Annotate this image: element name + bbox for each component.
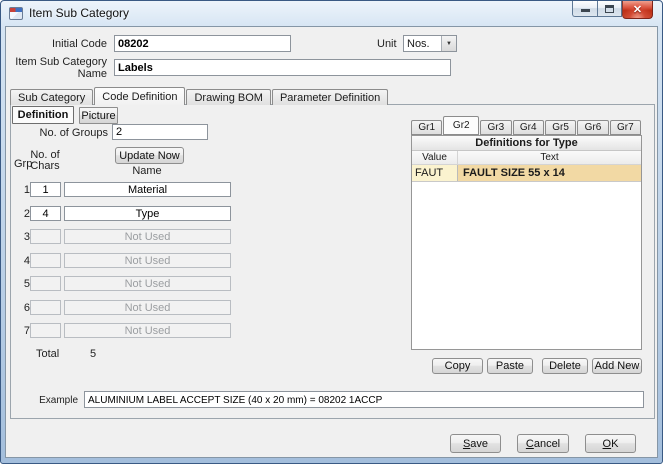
definition-text-cell[interactable]: FAULT SIZE 55 x 14 — [458, 165, 641, 181]
unit-combobox-value: Nos. — [404, 36, 441, 51]
text-column-header[interactable]: Text — [458, 151, 641, 164]
unit-label: Unit — [377, 38, 397, 50]
update-now-button[interactable]: Update Now — [115, 147, 184, 164]
definitions-grid-empty-body[interactable] — [412, 182, 641, 349]
cancel-button[interactable]: Cancel — [517, 434, 569, 453]
window-controls: ✕ — [572, 1, 653, 19]
dialog-item-sub-category: Item Sub Category ✕ Initial Code Unit No… — [0, 0, 663, 464]
item-sub-category-name-input[interactable] — [114, 59, 451, 76]
example-input[interactable] — [84, 391, 644, 408]
tab-gr5[interactable]: Gr5 — [545, 120, 576, 135]
title-bar[interactable]: Item Sub Category ✕ — [1, 1, 662, 26]
group-name-input[interactable] — [64, 276, 231, 291]
group-name-input[interactable] — [64, 229, 231, 244]
close-button[interactable]: ✕ — [622, 1, 653, 19]
name-column-header: Name — [64, 165, 230, 177]
tab-parameter-definition[interactable]: Parameter Definition — [272, 89, 388, 105]
dropdown-arrow-icon[interactable]: ▼ — [441, 36, 456, 51]
group-chars-input[interactable] — [30, 206, 61, 221]
example-label: Example — [14, 395, 78, 406]
group-chars-input[interactable] — [30, 323, 61, 338]
group-chars-input[interactable] — [30, 182, 61, 197]
group-row-number: 6 — [18, 302, 30, 314]
group-name-input[interactable] — [64, 323, 231, 338]
group-chars-input[interactable] — [30, 253, 61, 268]
tab-sub-category[interactable]: Sub Category — [10, 89, 93, 105]
chars-column-header: No. of Chars — [26, 150, 64, 172]
value-column-header[interactable]: Value — [412, 151, 458, 164]
tab-gr4[interactable]: Gr4 — [513, 120, 544, 135]
total-label: Total — [36, 348, 59, 360]
group-row-number: 1 — [18, 184, 30, 196]
copy-button[interactable]: Copy — [432, 358, 483, 374]
initial-code-label: Initial Code — [24, 38, 107, 50]
minimize-button[interactable] — [572, 1, 597, 17]
initial-code-input[interactable] — [114, 35, 291, 52]
window-title: Item Sub Category — [29, 6, 129, 20]
group-chars-input[interactable] — [30, 229, 61, 244]
save-button[interactable]: Save — [450, 434, 501, 453]
name-label: Item Sub Category Name — [14, 56, 107, 80]
definitions-grid-column-headers: Value Text — [412, 151, 641, 165]
delete-button[interactable]: Delete — [542, 358, 588, 374]
tab-gr2[interactable]: Gr2 — [443, 116, 479, 135]
client-area: Initial Code Unit Nos. ▼ Item Sub Catego… — [5, 26, 658, 458]
definition-value-cell[interactable]: FAUT — [412, 165, 458, 181]
app-form-icon — [9, 7, 23, 20]
group-chars-input[interactable] — [30, 300, 61, 315]
group-row-number: 4 — [18, 255, 30, 267]
group-row-number: 5 — [18, 278, 30, 290]
maximize-icon — [605, 5, 614, 13]
group-row-number: 7 — [18, 325, 30, 337]
tab-code-definition[interactable]: Code Definition — [94, 87, 185, 105]
definitions-grid-title: Definitions for Type — [412, 136, 641, 151]
group-chars-input[interactable] — [30, 276, 61, 291]
definition-row-selected[interactable]: FAUT FAULT SIZE 55 x 14 — [412, 165, 641, 182]
group-definition-tab-strip: Gr1 Gr2 Gr3 Gr4 Gr5 Gr6 Gr7 — [411, 116, 642, 135]
unit-combobox[interactable]: Nos. ▼ — [403, 35, 457, 52]
tab-gr3[interactable]: Gr3 — [480, 120, 511, 135]
maximize-button[interactable] — [597, 1, 622, 17]
ok-button[interactable]: OK — [585, 434, 636, 453]
minimize-icon — [581, 9, 590, 12]
paste-button[interactable]: Paste — [487, 358, 533, 374]
group-row-number: 3 — [18, 231, 30, 243]
tab-gr6[interactable]: Gr6 — [577, 120, 608, 135]
no-of-groups-input[interactable] — [112, 124, 208, 140]
no-of-groups-label: No. of Groups — [30, 127, 108, 139]
group-row-number: 2 — [18, 208, 30, 220]
tab-gr1[interactable]: Gr1 — [411, 120, 442, 135]
group-name-input[interactable] — [64, 182, 231, 197]
main-tab-strip: Sub Category Code Definition Drawing BOM… — [10, 87, 389, 105]
group-name-input[interactable] — [64, 300, 231, 315]
definitions-grid: Definitions for Type Value Text FAUT FAU… — [411, 135, 642, 350]
tab-drawing-bom[interactable]: Drawing BOM — [186, 89, 270, 105]
total-value: 5 — [90, 348, 96, 360]
tab-gr7[interactable]: Gr7 — [610, 120, 641, 135]
definition-toggle-button[interactable]: Definition — [12, 106, 74, 124]
add-new-button[interactable]: Add New — [592, 358, 642, 374]
close-icon: ✕ — [633, 3, 642, 16]
group-name-input[interactable] — [64, 206, 231, 221]
group-name-input[interactable] — [64, 253, 231, 268]
picture-toggle-button[interactable]: Picture — [79, 107, 118, 124]
